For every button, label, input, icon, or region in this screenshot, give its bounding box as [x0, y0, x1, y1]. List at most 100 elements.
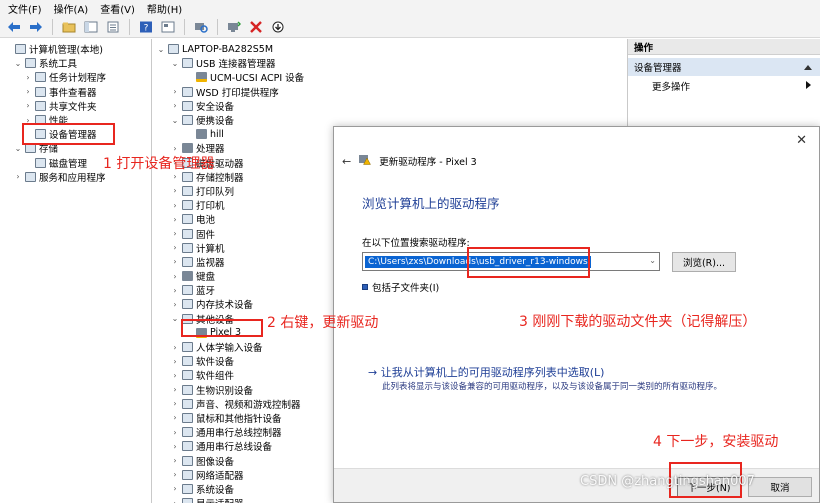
- chevron-right-icon[interactable]: ›: [170, 87, 180, 96]
- usb-icon-glyph: [181, 441, 193, 452]
- up-folder-icon[interactable]: [61, 19, 77, 35]
- sound-icon-glyph: [181, 398, 193, 409]
- chevron-down-icon[interactable]: ⌄: [170, 314, 180, 323]
- help-icon[interactable]: ?: [138, 19, 154, 35]
- chevron-down-icon[interactable]: ⌄: [170, 59, 180, 68]
- chevron-right-icon[interactable]: ›: [170, 343, 180, 352]
- tree-item[interactable]: › WSD 打印提供程序: [153, 85, 625, 99]
- menu-item-help[interactable]: 帮助(H): [147, 1, 182, 16]
- actions-section-label: 设备管理器: [634, 63, 682, 74]
- menu-item-action[interactable]: 操作(A): [54, 1, 89, 16]
- show-hide-tree-icon[interactable]: [83, 19, 99, 35]
- more-actions-item[interactable]: 更多操作: [628, 78, 820, 94]
- chevron-down-icon[interactable]: ⌄: [649, 256, 656, 265]
- view-icon[interactable]: [160, 19, 176, 35]
- search-location-label: 在以下位置搜索驱动程序:: [362, 238, 470, 249]
- cpu-icon-glyph: [181, 143, 193, 154]
- chevron-down-icon[interactable]: ⌄: [13, 144, 23, 153]
- back-arrow-icon[interactable]: ←: [342, 155, 351, 168]
- include-subfolders-checkbox[interactable]: 包括子文件夹(I): [362, 280, 439, 294]
- tree-item-label: 任务计划程序: [49, 73, 107, 85]
- tree-item-label: 生物识别设备: [196, 385, 254, 397]
- chevron-right-icon[interactable]: ›: [13, 172, 23, 181]
- chevron-right-icon[interactable]: ›: [170, 371, 180, 380]
- dialog-heading: 浏览计算机上的驱动程序: [362, 196, 500, 211]
- browse-button[interactable]: 浏览(R)...: [672, 252, 736, 272]
- tree-item[interactable]: ⌄ LAPTOP-BA282S5M: [153, 42, 625, 56]
- chevron-right-icon[interactable]: ›: [170, 300, 180, 309]
- chevron-down-icon[interactable]: ⌄: [13, 59, 23, 68]
- chevron-right-icon[interactable]: ›: [170, 357, 180, 366]
- chevron-right-icon[interactable]: ›: [170, 456, 180, 465]
- annotation-step4: 4 下一步，安装驱动: [653, 434, 779, 450]
- download-icon[interactable]: [270, 19, 286, 35]
- chevron-right-icon[interactable]: ›: [23, 87, 33, 96]
- menu-item-view[interactable]: 查看(V): [100, 1, 135, 16]
- toolbar-separator: [52, 18, 53, 35]
- navigation-tree-pane: 计算机管理(本地) ⌄ 系统工具 › 任务计划程序 › 事件查看器 › 共享文件夹 › 性能 设备管理…: [0, 39, 152, 503]
- chevron-right-icon[interactable]: ›: [170, 399, 180, 408]
- chevron-right-icon[interactable]: ›: [170, 243, 180, 252]
- checkbox-checked-icon[interactable]: [362, 284, 368, 290]
- menu-item-file[interactable]: 文件(F): [8, 1, 42, 16]
- chevron-right-icon[interactable]: ›: [170, 186, 180, 195]
- scan-hardware-icon[interactable]: [193, 19, 209, 35]
- chevron-right-icon[interactable]: ›: [170, 470, 180, 479]
- tree-item[interactable]: ⌄ 系统工具: [0, 56, 151, 70]
- collapse-up-icon[interactable]: [804, 62, 812, 73]
- properties-icon[interactable]: [105, 19, 121, 35]
- tree-item[interactable]: ⌄ USB 连接器管理器: [153, 56, 625, 70]
- chevron-down-icon[interactable]: ⌄: [170, 116, 180, 125]
- usb-icon-glyph: [181, 427, 193, 438]
- chevron-right-icon[interactable]: ›: [23, 101, 33, 110]
- biometric-icon-glyph: [181, 384, 193, 395]
- memory-icon: [181, 299, 193, 310]
- chevron-right-icon[interactable]: ›: [170, 101, 180, 110]
- tree-item[interactable]: › 共享文件夹: [0, 99, 151, 113]
- chevron-right-icon[interactable]: ›: [170, 144, 180, 153]
- menu-bar: 文件(F) 操作(A) 查看(V) 帮助(H): [0, 0, 820, 16]
- chevron-right-icon[interactable]: ›: [170, 229, 180, 238]
- computer-icon: [14, 44, 26, 55]
- tree-item[interactable]: › 安全设备: [153, 99, 625, 113]
- update-driver-icon[interactable]: [226, 19, 242, 35]
- chevron-down-icon[interactable]: ⌄: [156, 45, 166, 54]
- svg-text:?: ?: [144, 23, 149, 33]
- chevron-right-icon[interactable]: ›: [170, 201, 180, 210]
- usb-device-warning-icon-glyph: [195, 72, 207, 83]
- actions-section-device-manager[interactable]: 设备管理器: [628, 58, 820, 76]
- printer-icon: [181, 86, 193, 97]
- dialog-title: 更新驱动程序 - Pixel 3: [379, 157, 477, 168]
- chevron-right-icon[interactable]: ›: [170, 172, 180, 181]
- uninstall-icon[interactable]: [248, 19, 264, 35]
- tree-item[interactable]: ⌄ 便携设备: [153, 113, 625, 127]
- chevron-right-icon[interactable]: ›: [170, 385, 180, 394]
- back-arrow-icon[interactable]: [6, 19, 22, 35]
- close-icon[interactable]: ✕: [796, 133, 807, 148]
- tree-item-label: 软件组件: [196, 371, 235, 383]
- tree-item[interactable]: 计算机管理(本地): [0, 42, 151, 56]
- chevron-right-icon[interactable]: ›: [170, 413, 180, 422]
- chevron-right-icon[interactable]: ›: [170, 286, 180, 295]
- chevron-right-icon[interactable]: ›: [170, 499, 180, 503]
- chevron-right-icon[interactable]: ›: [23, 73, 33, 82]
- usb-icon: [181, 427, 193, 438]
- tree-item[interactable]: UCM-UCSI ACPI 设备: [153, 70, 625, 84]
- tree-item-label: 系统工具: [39, 59, 78, 71]
- forward-arrow-icon[interactable]: [28, 19, 44, 35]
- chevron-right-icon[interactable]: ›: [170, 484, 180, 493]
- chevron-right-icon[interactable]: ›: [170, 257, 180, 266]
- cancel-button[interactable]: 取消: [748, 477, 812, 497]
- tree-item[interactable]: › 任务计划程序: [0, 70, 151, 84]
- mouse-icon-glyph: [181, 412, 193, 423]
- computer-icon: [181, 242, 193, 253]
- chevron-right-icon[interactable]: ›: [170, 215, 180, 224]
- chevron-right-icon[interactable]: ›: [170, 272, 180, 281]
- annotation-step3: 3 刚刚下载的驱动文件夹（记得解压）: [519, 314, 757, 330]
- tree-item[interactable]: › 事件查看器: [0, 85, 151, 99]
- chevron-right-icon[interactable]: ›: [170, 428, 180, 437]
- hid-icon-glyph: [181, 342, 193, 353]
- chevron-right-icon[interactable]: ›: [170, 442, 180, 451]
- security-icon-glyph: [181, 100, 193, 111]
- pick-from-list-link[interactable]: → 让我从计算机上的可用驱动程序列表中选取(L): [368, 364, 604, 380]
